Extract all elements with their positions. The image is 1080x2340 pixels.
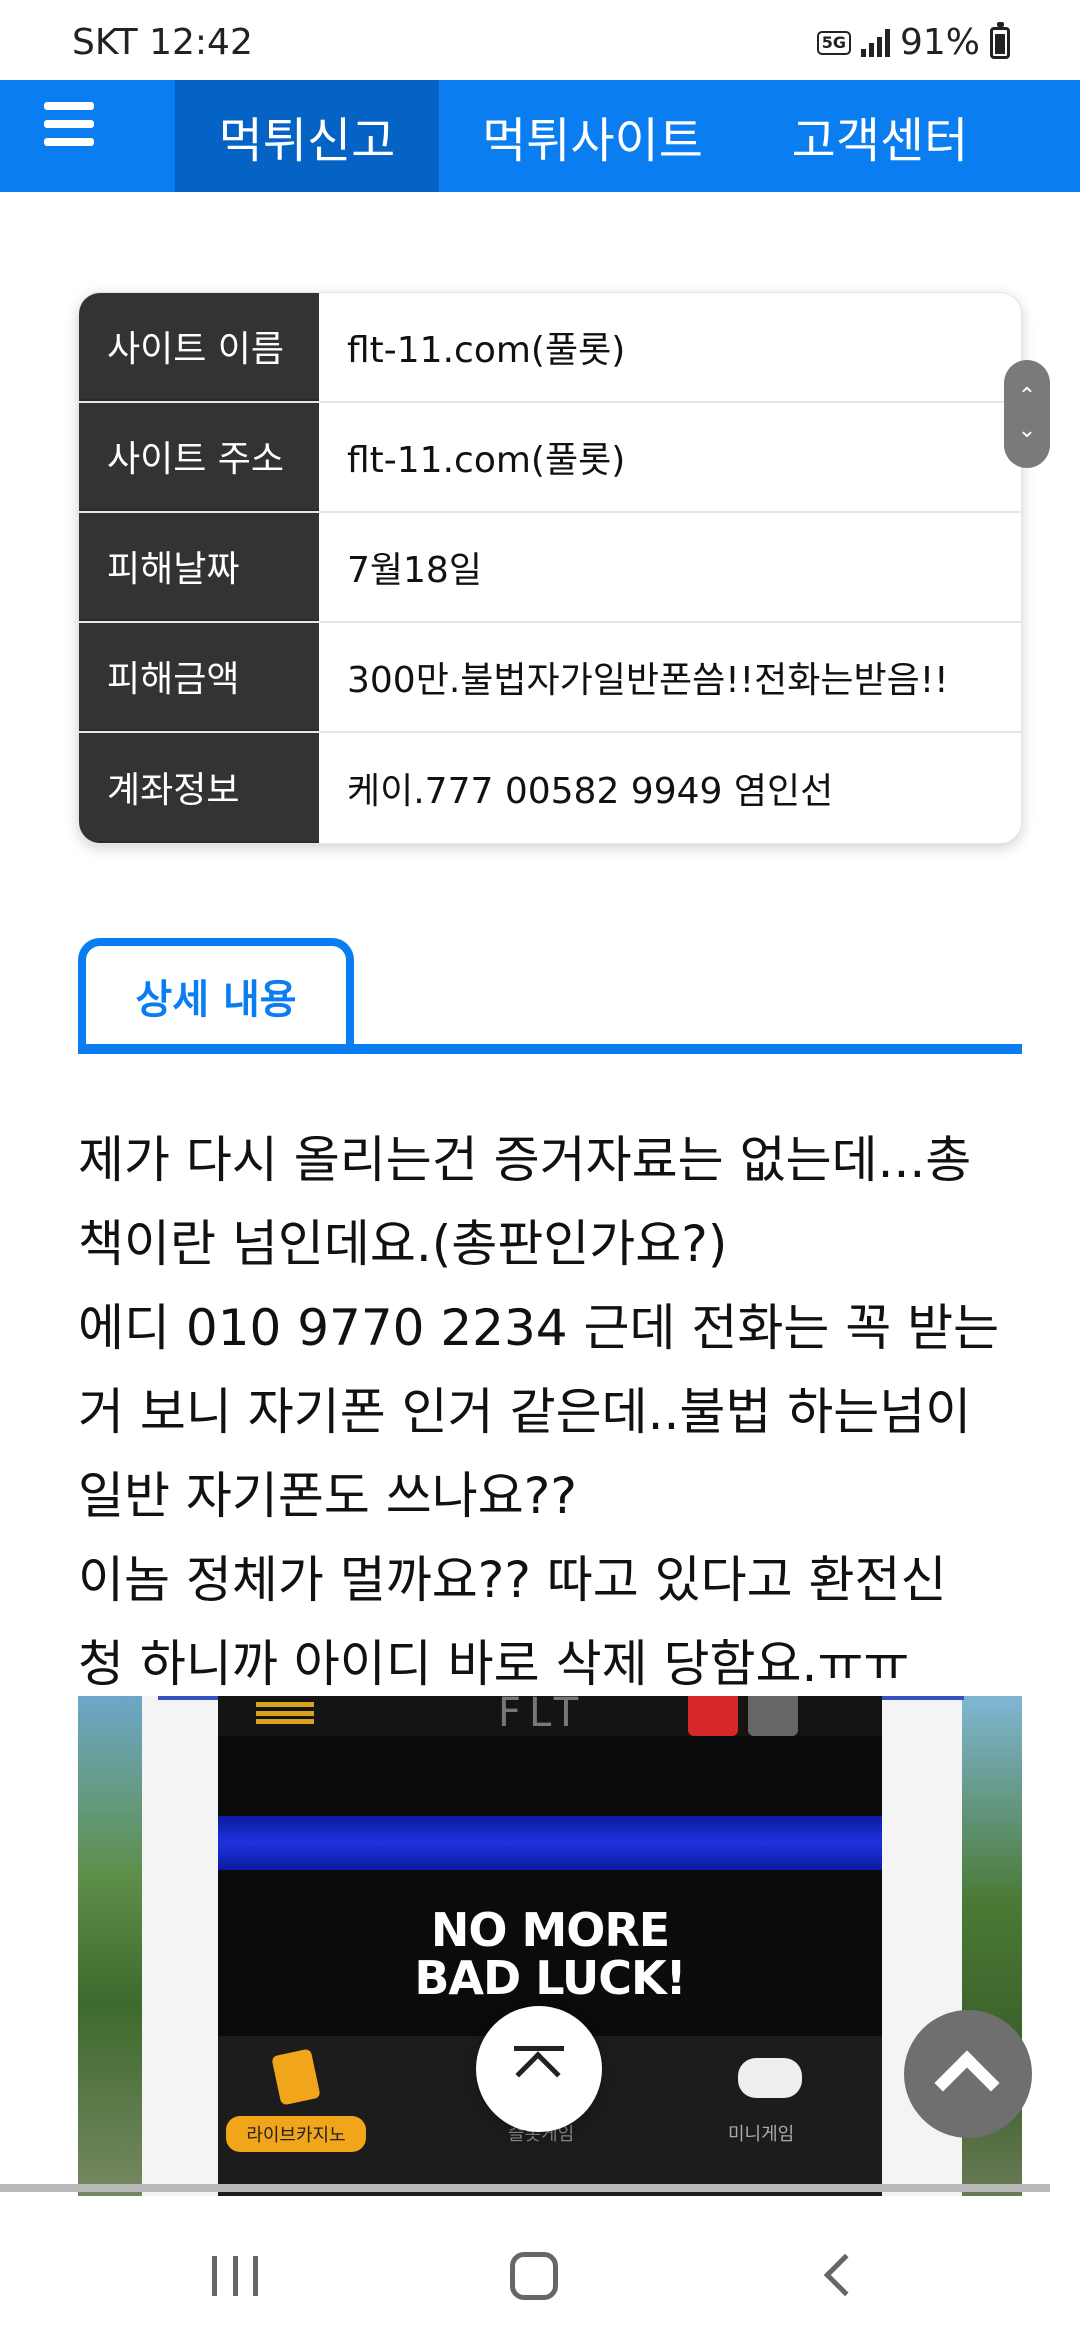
embedded-menu-icon [256, 1702, 314, 1724]
info-row-damage-amount: 피해금액 300만.불법자가일반폰씀!!전화는받음!! [79, 623, 1021, 733]
detail-line: 청 하니까 아이디 바로 삭제 당함요.ㅠㅠ [78, 1635, 910, 1693]
embedded-phone-screen: FLT NO MORE BAD LUCK! 라이브카지노 슬롯게임 미니게임 [218, 1696, 882, 2210]
detail-line: 거 보니 자기폰 인거 같은데..불법 하는넘이 [78, 1383, 972, 1441]
detail-line: 이놈 정체가 멀까요?? 따고 있다고 환전신 [78, 1551, 947, 1609]
status-bar: SKT 12:42 5G 91% [0, 0, 1080, 80]
embedded-logo: FLT [498, 1696, 587, 1736]
info-value: 7월18일 [347, 550, 482, 591]
nav-tab-report[interactable]: 먹튀신고 [175, 80, 439, 192]
menu-icon[interactable] [44, 102, 94, 146]
info-key: 계좌정보 [79, 733, 319, 843]
chevron-up-icon: ⌃ [1017, 384, 1037, 409]
embedded-live-casino-button: 라이브카지노 [226, 2116, 366, 2152]
detail-content: 제가 다시 올리는건 증거자료는 없는데...총 책이란 넘인데요.(총판인가요… [78, 1118, 1038, 1706]
tab-detail[interactable]: 상세 내용 [78, 938, 354, 1046]
nav-tab-sites[interactable]: 먹튀사이트 [455, 80, 730, 192]
scroll-to-top-button[interactable] [476, 2006, 602, 2132]
info-key: 사이트 주소 [79, 403, 319, 511]
evidence-image[interactable]: FLT NO MORE BAD LUCK! 라이브카지노 슬롯게임 미니게임 [78, 1696, 1022, 2210]
page-progress-bar [0, 2184, 1050, 2192]
embedded-headline-line: NO MORE [430, 1903, 670, 1957]
chevron-up-icon [515, 2051, 561, 2097]
embedded-headline: NO MORE BAD LUCK! [218, 1906, 882, 2002]
page-up-button[interactable] [904, 2010, 1032, 2138]
info-key: 사이트 이름 [79, 293, 319, 401]
info-row-account: 계좌정보 케이.777 00582 9949 염인선 [79, 733, 1021, 843]
recent-apps-icon[interactable] [212, 2256, 258, 2296]
back-icon[interactable] [823, 2253, 867, 2297]
signal-icon [860, 28, 890, 57]
chevron-up-icon [934, 2050, 1000, 2116]
embedded-banner-bar [218, 1816, 882, 1870]
battery-icon [990, 21, 1010, 59]
battery-percent: 91% [899, 22, 980, 63]
network-5g-icon: 5G [816, 30, 851, 55]
info-key: 피해날짜 [79, 513, 319, 621]
embedded-login-icon [748, 1696, 798, 1736]
info-value: 케이.777 00582 9949 염인선 [347, 771, 834, 812]
system-nav-bar [0, 2196, 1080, 2340]
detail-line: 제가 다시 올리는건 증거자료는 없는데...총 [78, 1131, 972, 1189]
embedded-mini-label: 미니게임 [728, 2124, 795, 2145]
info-row-site-name: 사이트 이름 flt-11.com(풀롯) [79, 293, 1021, 403]
embedded-gift-icon [688, 1696, 738, 1736]
tab-underline [78, 1044, 1022, 1054]
info-row-site-address: 사이트 주소 flt-11.com(풀롯) [79, 403, 1021, 513]
top-bar-icon [514, 2046, 564, 2051]
fast-scroll-handle[interactable]: ⌃ ⌄ [1004, 360, 1050, 468]
top-nav: 먹튀신고 먹튀사이트 고객센터 [0, 80, 1080, 192]
info-value: flt-11.com(풀롯) [347, 440, 626, 481]
nav-tab-support[interactable]: 고객센터 [760, 80, 1000, 192]
chevron-down-icon: ⌄ [1017, 418, 1037, 443]
report-info-table: 사이트 이름 flt-11.com(풀롯) 사이트 주소 flt-11.com(… [78, 292, 1022, 844]
embedded-headline-line: BAD LUCK! [414, 1951, 686, 2005]
gamepad-icon [738, 2058, 802, 2098]
background-trees [78, 1696, 142, 2210]
home-icon[interactable] [510, 2252, 558, 2300]
info-key: 피해금액 [79, 623, 319, 731]
detail-line: 일반 자기폰도 쓰나요?? [78, 1467, 577, 1525]
info-row-damage-date: 피해날짜 7월18일 [79, 513, 1021, 623]
detail-line: 책이란 넘인데요.(총판인가요?) [78, 1215, 728, 1273]
status-icons: 5G 91% [816, 21, 1010, 63]
info-value: flt-11.com(풀롯) [347, 330, 626, 371]
info-value: 300만.불법자가일반폰씀!!전화는받음!! [347, 660, 949, 701]
carrier-time: SKT 12:42 [72, 22, 253, 63]
detail-line: 에디 010 9770 2234 근데 전화는 꼭 받는 [78, 1299, 1000, 1357]
